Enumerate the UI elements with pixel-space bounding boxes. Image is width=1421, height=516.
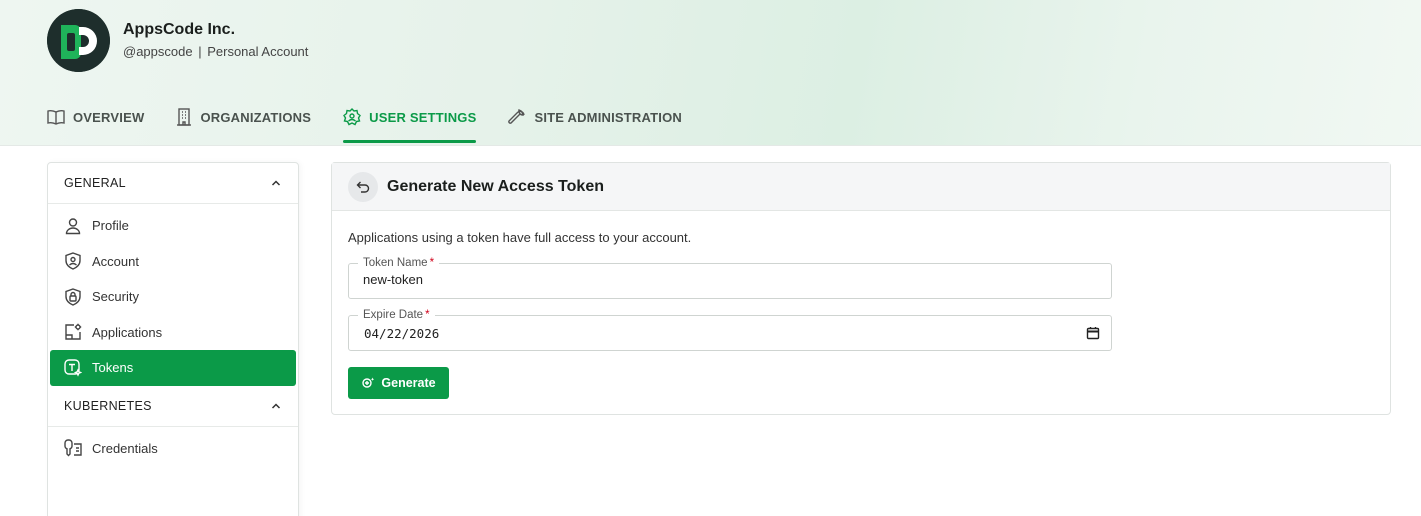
shield-lock-icon: [65, 288, 81, 306]
sidebar-item-credentials[interactable]: Credentials: [50, 431, 296, 467]
expire-date-field[interactable]: Expire Date * 04/22/2026: [348, 307, 1112, 351]
token-icon: [64, 359, 82, 377]
required-mark: *: [429, 257, 435, 269]
app-settings-icon: [65, 324, 82, 340]
sidebar-item-security[interactable]: Security: [50, 279, 296, 315]
sidebar-item-profile[interactable]: Profile: [50, 208, 296, 244]
settings-sidebar: GENERAL Profile Account Security Applica…: [47, 162, 299, 516]
tab-site-administration[interactable]: SITE ADMINISTRATION: [508, 100, 682, 134]
sidebar-item-account[interactable]: Account: [50, 244, 296, 280]
book-icon: [47, 109, 65, 125]
sidebar-item-applications[interactable]: Applications: [50, 315, 296, 351]
user-icon: [65, 218, 81, 234]
required-mark: *: [425, 309, 430, 321]
sidebar-item-label: Applications: [92, 324, 163, 340]
sidebar-item-label: Credentials: [92, 440, 158, 456]
page-header: AppsCode Inc. @appscode | Personal Accou…: [0, 0, 1421, 146]
sidebar-general-items: Profile Account Security Applications To…: [48, 204, 298, 386]
generate-token-card: Generate New Access Token Applications u…: [331, 162, 1391, 415]
chevron-up-icon: [271, 180, 281, 186]
tab-user-settings-label: USER SETTINGS: [369, 109, 477, 125]
tab-organizations-label: ORGANIZATIONS: [200, 109, 312, 125]
sidebar-section-general[interactable]: GENERAL: [48, 163, 298, 204]
sidebar-item-label: Profile: [92, 218, 129, 234]
main-nav: OVERVIEW ORGANIZATIONS USER SETTINGS SIT…: [47, 100, 714, 146]
org-logo: [47, 9, 110, 72]
page-title: Generate New Access Token: [387, 177, 604, 195]
sidebar-section-kubernetes-label: KUBERNETES: [64, 398, 152, 413]
building-icon: [177, 108, 192, 126]
sidebar-section-kubernetes[interactable]: KUBERNETES: [48, 386, 298, 427]
description-text: Applications using a token have full acc…: [348, 230, 692, 245]
org-separator: |: [198, 44, 202, 59]
tab-user-settings[interactable]: USER SETTINGS: [343, 100, 477, 143]
shield-user-icon: [65, 252, 81, 271]
generate-sparkle-icon: [362, 377, 375, 388]
org-subtitle: @appscode | Personal Account: [123, 44, 308, 59]
account-type: Personal Account: [207, 44, 309, 59]
expire-date-label: Expire Date *: [358, 307, 435, 323]
chevron-up-icon: [271, 402, 281, 409]
calendar-icon[interactable]: [1086, 326, 1100, 340]
back-button[interactable]: [348, 171, 378, 202]
tab-organizations[interactable]: ORGANIZATIONS: [176, 100, 311, 134]
tab-overview[interactable]: OVERVIEW: [47, 100, 144, 134]
token-name-field[interactable]: Token Name *: [348, 255, 1112, 299]
generate-button-label: Generate: [381, 376, 436, 390]
token-name-label: Token Name *: [358, 255, 440, 271]
expire-date-input[interactable]: 04/22/2026: [364, 326, 439, 341]
card-header: Generate New Access Token: [332, 163, 1390, 211]
org-name: AppsCode Inc.: [123, 21, 236, 38]
credentials-icon: [64, 439, 82, 457]
tab-overview-label: OVERVIEW: [73, 109, 145, 125]
undo-arrow-icon: [356, 181, 370, 193]
generate-button[interactable]: Generate: [348, 367, 449, 399]
sidebar-item-label: Account: [92, 253, 139, 269]
sidebar-item-tokens[interactable]: Tokens: [50, 350, 296, 386]
sidebar-section-general-label: GENERAL: [64, 176, 126, 190]
sidebar-item-label: Security: [92, 289, 139, 305]
org-handle: @appscode: [123, 44, 193, 59]
user-gear-icon: [343, 108, 362, 126]
token-name-input[interactable]: [363, 272, 1063, 287]
wrench-icon: [508, 108, 526, 124]
sidebar-item-label: Tokens: [92, 360, 134, 376]
sidebar-kubernetes-items: Credentials: [48, 427, 298, 467]
tab-site-administration-label: SITE ADMINISTRATION: [534, 109, 683, 125]
